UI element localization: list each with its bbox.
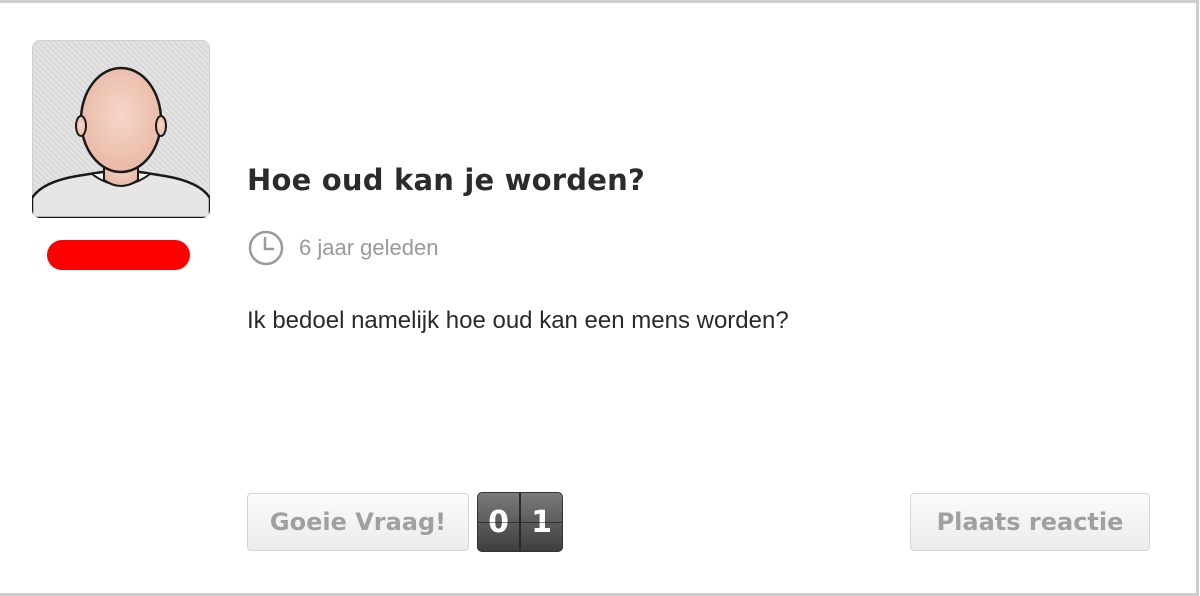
user-avatar[interactable] [32, 40, 210, 218]
question-card: Hoe oud kan je worden? 6 jaar geleden Ik… [0, 0, 1199, 596]
question-meta: 6 jaar geleden [247, 229, 438, 267]
question-title: Hoe oud kan je worden? [247, 163, 645, 197]
good-question-button[interactable]: Goeie Vraag! [247, 493, 469, 551]
vote-counter-digit: 1 [519, 493, 562, 551]
time-ago: 6 jaar geleden [299, 235, 439, 260]
vote-counter-digit: 0 [478, 493, 519, 551]
clock-icon [248, 230, 284, 266]
question-body: Ik bedoel namelijk hoe oud kan een mens … [247, 307, 789, 334]
redacted-username[interactable] [47, 240, 190, 270]
default-avatar-icon [32, 66, 210, 218]
post-reply-button[interactable]: Plaats reactie [910, 493, 1150, 551]
vote-counter: 0 1 [477, 492, 563, 552]
